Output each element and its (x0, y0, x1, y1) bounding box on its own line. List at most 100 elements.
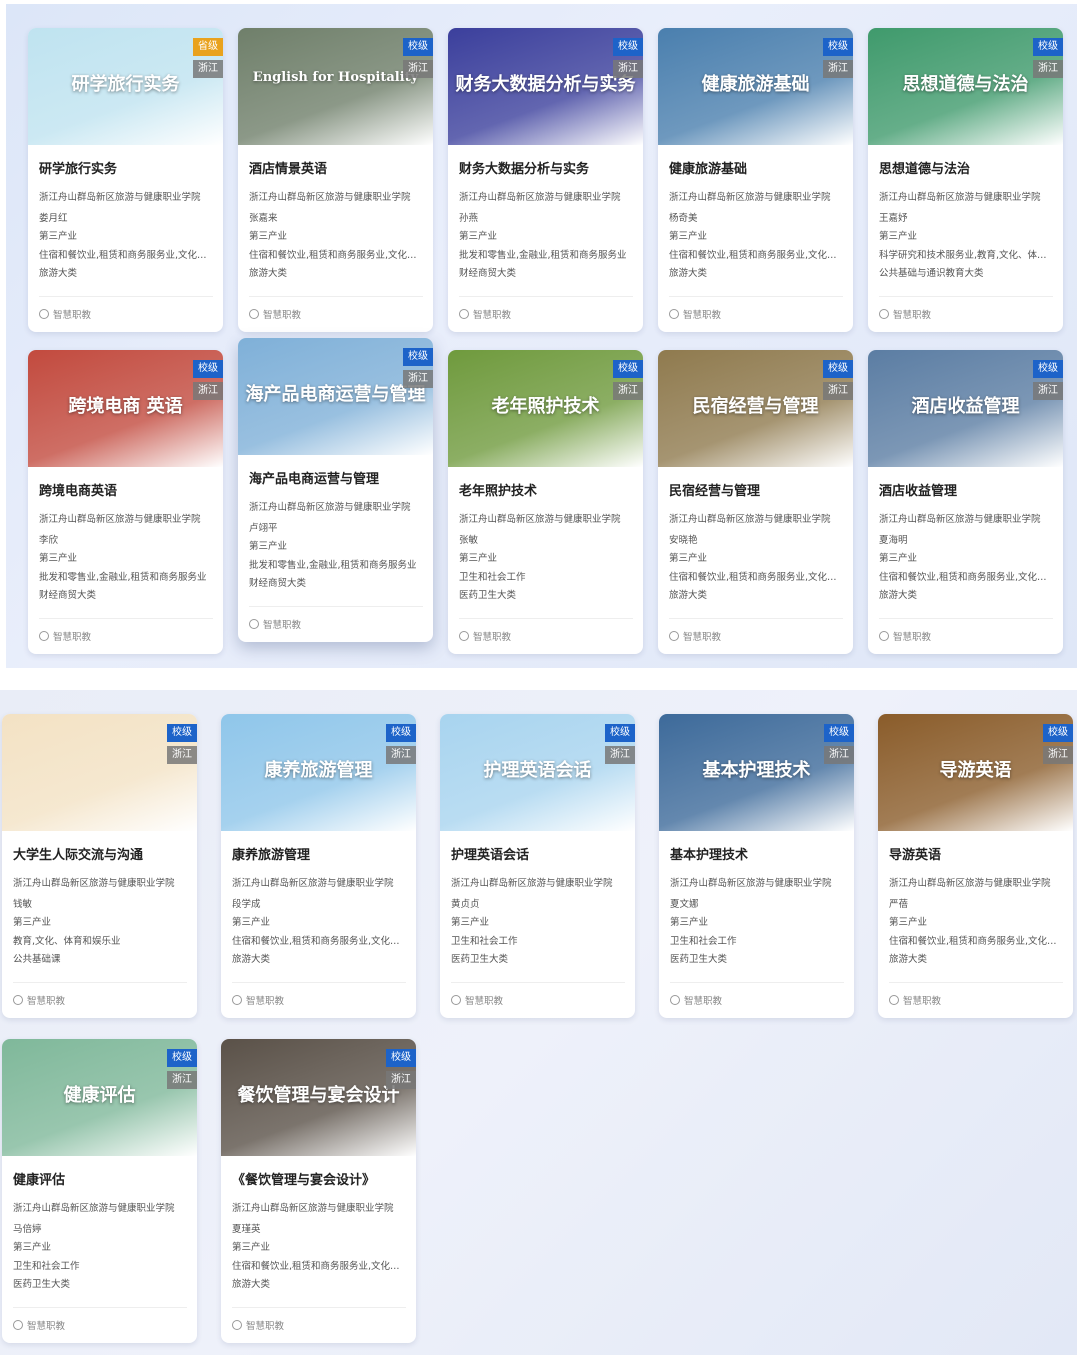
course-card[interactable]: 健康旅游基础 校级 浙江 健康旅游基础 浙江舟山群岛新区旅游与健康职业学院 杨奇美 第三产业… (658, 28, 853, 332)
school-name: 浙江舟山群岛新区旅游与健康职业学院 (249, 192, 411, 203)
field-label: 批发和零售业,金融业,租赁和商务服务业 (39, 571, 207, 583)
school-name: 浙江舟山群岛新区旅游与健康职业学院 (889, 878, 1051, 889)
course-title[interactable]: 《餐饮管理与宴会设计》 (232, 1169, 406, 1188)
course-thumbnail[interactable]: 校级 浙江 (2, 714, 197, 831)
course-title[interactable]: 护理英语会话 (451, 844, 625, 863)
course-grid-panel-2: 校级 浙江 大学生人际交流与沟通 浙江舟山群岛新区旅游与健康职业学院 钱敏 第三产业 教育,… (0, 690, 1077, 1355)
course-card[interactable]: 酒店收益管理 校级 浙江 酒店收益管理 浙江舟山群岛新区旅游与健康职业学院 夏海明 第三产业… (868, 350, 1063, 654)
teacher-name: 钱敏 (13, 898, 33, 910)
course-card[interactable]: 护理英语会话 校级 浙江 护理英语会话 浙江舟山群岛新区旅游与健康职业学院 黄贞贞 第三产业… (440, 714, 635, 1018)
industry-label: 第三产业 (670, 917, 709, 928)
region-badge: 浙江 (605, 746, 635, 764)
platform-logo-icon (39, 308, 49, 319)
school-name: 浙江舟山群岛新区旅游与健康职业学院 (39, 192, 201, 203)
platform-name: 智慧职教 (465, 995, 504, 1007)
course-title[interactable]: 思想道德与法治 (879, 158, 1053, 177)
course-thumbnail[interactable]: English for Hospitality 校级 浙江 (238, 28, 433, 145)
category-label: 旅游大类 (249, 268, 288, 279)
course-thumbnail[interactable]: 酒店收益管理 校级 浙江 (868, 350, 1063, 467)
field-label: 住宿和餐饮业,租赁和商务服务业,文化、体育… (879, 571, 1053, 583)
category-label: 财经商贸大类 (39, 590, 97, 601)
teacher-name: 严蓓 (889, 898, 909, 910)
region-badge: 浙江 (403, 60, 433, 78)
field-label: 住宿和餐饮业,租赁和商务服务业,文化、体育… (39, 249, 213, 261)
course-thumbnail[interactable]: 餐饮管理与宴会设计 校级 浙江 (221, 1039, 416, 1156)
course-title[interactable]: 财务大数据分析与实务 (459, 158, 633, 177)
course-card[interactable]: 老年照护技术 校级 浙江 老年照护技术 浙江舟山群岛新区旅游与健康职业学院 张敏 第三产业卫… (448, 350, 643, 654)
course-title[interactable]: 海产品电商运营与管理 (249, 468, 423, 487)
category-label: 医药卫生大类 (670, 954, 728, 965)
course-card[interactable]: 思想道德与法治 校级 浙江 思想道德与法治 浙江舟山群岛新区旅游与健康职业学院 王嘉妤 第三… (868, 28, 1063, 332)
platform-logo-icon (232, 1319, 242, 1330)
course-title[interactable]: 导游英语 (889, 844, 1063, 863)
industry-label: 第三产业 (232, 1242, 271, 1253)
platform-footer: 智慧职教 (669, 295, 843, 332)
region-badge: 浙江 (386, 746, 416, 764)
field-label: 住宿和餐饮业,租赁和商务服务业,文化、体育… (889, 935, 1063, 947)
industry-label: 第三产业 (13, 917, 52, 928)
category-label: 财经商贸大类 (459, 268, 517, 279)
course-card[interactable]: 基本护理技术 校级 浙江 基本护理技术 浙江舟山群岛新区旅游与健康职业学院 夏文娜 第三产业… (659, 714, 854, 1018)
platform-footer: 智慧职教 (879, 617, 1053, 654)
course-thumbnail[interactable]: 老年照护技术 校级 浙江 (448, 350, 643, 467)
course-thumbnail[interactable]: 跨境电商 英语 校级 浙江 (28, 350, 223, 467)
course-card[interactable]: 研学旅行实务 省级 浙江 研学旅行实务 浙江舟山群岛新区旅游与健康职业学院 娄月红 第三产业… (28, 28, 223, 332)
platform-name: 智慧职教 (263, 619, 302, 631)
teacher-name: 杨奇美 (669, 212, 698, 224)
platform-name: 智慧职教 (263, 309, 302, 321)
course-grid-panel-1: 研学旅行实务 省级 浙江 研学旅行实务 浙江舟山群岛新区旅游与健康职业学院 娄月红 第三产业… (6, 4, 1077, 668)
field-label: 批发和零售业,金融业,租赁和商务服务业 (459, 249, 627, 261)
course-thumbnail[interactable]: 护理英语会话 校级 浙江 (440, 714, 635, 831)
teacher-name: 张嘉来 (249, 212, 278, 224)
platform-footer: 智慧职教 (39, 295, 213, 332)
level-badge: 校级 (403, 38, 433, 56)
region-badge: 浙江 (193, 60, 223, 78)
platform-name: 智慧职教 (27, 1320, 66, 1332)
course-card[interactable]: 餐饮管理与宴会设计 校级 浙江 《餐饮管理与宴会设计》 浙江舟山群岛新区旅游与健康职业学… (221, 1039, 416, 1343)
platform-name: 智慧职教 (27, 995, 66, 1007)
category-label: 公共基础课 (13, 954, 61, 965)
course-thumbnail[interactable]: 健康旅游基础 校级 浙江 (658, 28, 853, 145)
category-label: 旅游大类 (889, 954, 928, 965)
course-title[interactable]: 基本护理技术 (670, 844, 844, 863)
industry-label: 第三产业 (459, 231, 498, 242)
course-card[interactable]: 校级 浙江 大学生人际交流与沟通 浙江舟山群岛新区旅游与健康职业学院 钱敏 第三产业 教育,… (2, 714, 197, 1018)
course-title[interactable]: 康养旅游管理 (232, 844, 406, 863)
course-card[interactable]: 财务大数据分析与实务 校级 浙江 财务大数据分析与实务 浙江舟山群岛新区旅游与健康职业学… (448, 28, 643, 332)
course-thumbnail[interactable]: 基本护理技术 校级 浙江 (659, 714, 854, 831)
platform-name: 智慧职教 (246, 995, 285, 1007)
field-label: 住宿和餐饮业,租赁和商务服务业,文化、体育… (249, 249, 423, 261)
course-thumbnail[interactable]: 海产品电商运营与管理 校级 浙江 (238, 338, 433, 455)
course-card[interactable]: 海产品电商运营与管理 校级 浙江 海产品电商运营与管理 浙江舟山群岛新区旅游与健康职业学… (238, 338, 433, 642)
field-label: 住宿和餐饮业,租赁和商务服务业,文化、体育… (669, 249, 843, 261)
course-title[interactable]: 研学旅行实务 (39, 158, 213, 177)
course-title[interactable]: 酒店收益管理 (879, 480, 1053, 499)
platform-name: 智慧职教 (683, 309, 722, 321)
industry-label: 第三产业 (249, 231, 288, 242)
course-thumbnail[interactable]: 研学旅行实务 省级 浙江 (28, 28, 223, 145)
course-thumbnail[interactable]: 导游英语 校级 浙江 (878, 714, 1073, 831)
platform-logo-icon (249, 308, 259, 319)
course-title[interactable]: 健康旅游基础 (669, 158, 843, 177)
course-card[interactable]: 健康评估 校级 浙江 健康评估 浙江舟山群岛新区旅游与健康职业学院 马倍婷 第三产业 卫生和社… (2, 1039, 197, 1343)
course-card[interactable]: English for Hospitality 校级 浙江 酒店情景英语 浙江舟山群岛新… (238, 28, 433, 332)
course-title[interactable]: 民宿经营与管理 (669, 480, 843, 499)
course-thumbnail[interactable]: 思想道德与法治 校级 浙江 (868, 28, 1063, 145)
course-thumbnail[interactable]: 健康评估 校级 浙江 (2, 1039, 197, 1156)
course-thumbnail[interactable]: 康养旅游管理 校级 浙江 (221, 714, 416, 831)
course-title[interactable]: 酒店情景英语 (249, 158, 423, 177)
course-card[interactable]: 跨境电商 英语 校级 浙江 跨境电商英语 浙江舟山群岛新区旅游与健康职业学院 李欣 第三产业… (28, 350, 223, 654)
course-thumbnail[interactable]: 财务大数据分析与实务 校级 浙江 (448, 28, 643, 145)
course-card[interactable]: 民宿经营与管理 校级 浙江 民宿经营与管理 浙江舟山群岛新区旅游与健康职业学院 安晓艳 第三… (658, 350, 853, 654)
school-name: 浙江舟山群岛新区旅游与健康职业学院 (459, 514, 621, 525)
course-title[interactable]: 老年照护技术 (459, 480, 633, 499)
course-title[interactable]: 大学生人际交流与沟通 (13, 844, 187, 863)
course-card[interactable]: 康养旅游管理 校级 浙江 康养旅游管理 浙江舟山群岛新区旅游与健康职业学院 段学成 第三产业… (221, 714, 416, 1018)
platform-name: 智慧职教 (903, 995, 942, 1007)
school-name: 浙江舟山群岛新区旅游与健康职业学院 (669, 514, 831, 525)
course-thumbnail[interactable]: 民宿经营与管理 校级 浙江 (658, 350, 853, 467)
category-label: 医药卫生大类 (13, 1279, 71, 1290)
course-title[interactable]: 健康评估 (13, 1169, 187, 1188)
course-title[interactable]: 跨境电商英语 (39, 480, 213, 499)
course-card[interactable]: 导游英语 校级 浙江 导游英语 浙江舟山群岛新区旅游与健康职业学院 严蓓 第三产业 住宿和餐饮… (878, 714, 1073, 1018)
